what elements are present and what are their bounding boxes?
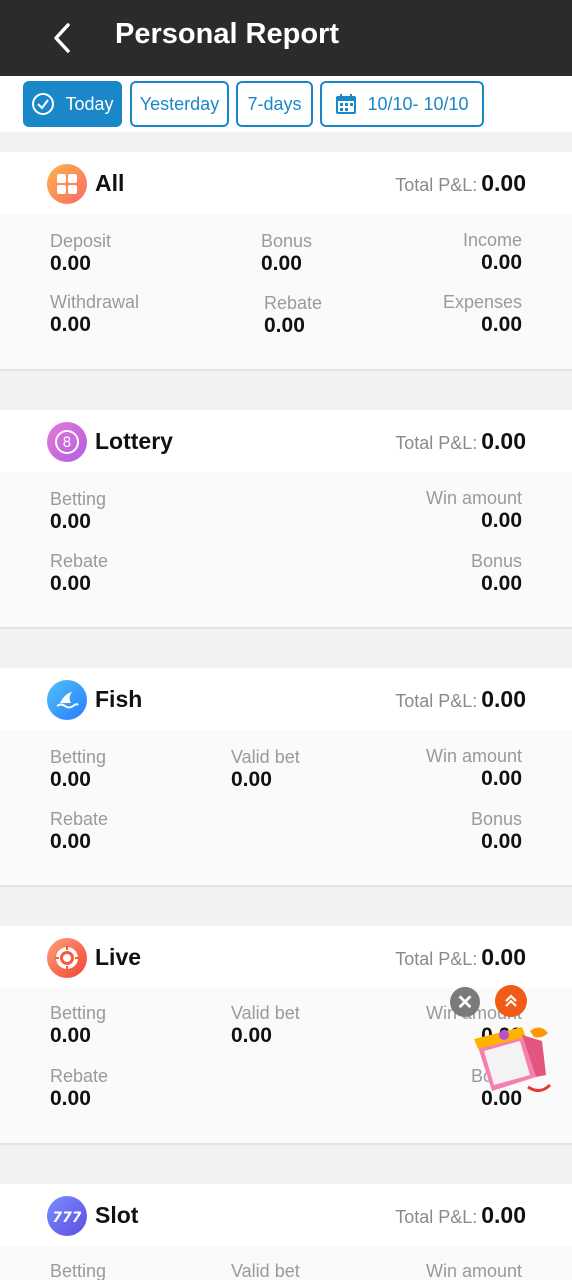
stat-bonus: Bonus0.00 (470, 551, 522, 595)
report-card-fish: Fish Total P&L: 0.00 Betting 0.00 Valid be… (0, 668, 572, 887)
filter-7days-button[interactable]: 7-days (236, 81, 313, 127)
stat-betting: Betting 0.00 (50, 489, 107, 533)
pnl-label: Total P&L: (395, 175, 478, 195)
check-circle-icon (31, 92, 55, 116)
date-range-button[interactable]: 10/10- 10/10 (320, 81, 484, 127)
report-card-slot: 777 Slot Total P&L: 0.00 Betting Valid be… (0, 1184, 572, 1280)
total-pnl: Total P&L: 0.00 (395, 944, 526, 971)
category-name: Fish (95, 686, 143, 712)
pnl-label: Total P&L: (395, 949, 478, 969)
app-header: Personal Report (0, 0, 572, 76)
grid-icon (47, 164, 87, 204)
stat-win-amount: Win amount (425, 1261, 522, 1280)
stat-rebate: Rebate 0.00 (50, 551, 109, 595)
pnl-value: 0.00 (481, 170, 526, 196)
stat-income: Income 0.00 (462, 230, 522, 274)
date-range-label: 10/10- 10/10 (367, 93, 469, 114)
category-name: Live (95, 944, 142, 970)
close-promo-button[interactable]: ✕ (450, 987, 480, 1017)
pnl-label: Total P&L: (395, 1207, 478, 1227)
stat-rebate: Rebate 0.00 (50, 809, 109, 853)
stat-expenses: Expenses 0.00 (442, 292, 522, 336)
stat-bonus: Bonus0.00 (470, 809, 522, 853)
svg-text:777: 777 (53, 1210, 81, 1226)
lottery-ball-icon: 8 (47, 422, 87, 462)
stat-valid-bet: Valid bet (231, 1261, 300, 1280)
pnl-value: 0.00 (481, 944, 526, 970)
chevron-left-icon (54, 23, 70, 53)
calendar-icon (335, 93, 357, 115)
stat-win-amount: Win amount0.00 (425, 746, 522, 790)
double-chevron-up-icon (505, 994, 517, 1007)
date-filter-bar: Today Yesterday 7-days 10/10- 10/10 (0, 76, 572, 132)
filter-today-button[interactable]: Today (23, 81, 122, 127)
stat-valid-bet: Valid bet 0.00 (231, 1003, 300, 1047)
stat-rebate: Rebate 0.00 (50, 1066, 109, 1110)
stat-betting: Betting 0.00 (50, 1003, 107, 1047)
pnl-label: Total P&L: (395, 691, 478, 711)
slot-777-icon: 777 (47, 1196, 87, 1236)
category-name: Slot (95, 1202, 139, 1228)
pnl-value: 0.00 (481, 1202, 526, 1228)
total-pnl: Total P&L: 0.00 (395, 686, 526, 713)
filter-yesterday-label: Yesterday (139, 93, 220, 114)
scroll-top-button[interactable] (495, 985, 527, 1017)
report-card-lottery: 8 Lottery Total P&L: 0.00 Betting 0.00 Win… (0, 410, 572, 629)
back-button[interactable] (48, 20, 78, 56)
gift-box-icon (474, 1027, 552, 1092)
page-title: Personal Report (115, 18, 339, 50)
stat-betting: Betting (50, 1261, 107, 1280)
stat-deposit: Deposit 0.00 (50, 231, 112, 275)
stat-withdrawal: Withdrawal 0.00 (50, 292, 140, 336)
svg-text:8: 8 (63, 435, 72, 451)
stat-bonus: Bonus0.00 (261, 231, 313, 275)
casino-chip-icon (47, 938, 87, 978)
total-pnl: Total P&L: 0.00 (395, 428, 526, 455)
pnl-value: 0.00 (481, 686, 526, 712)
stat-valid-bet: Valid bet 0.00 (231, 747, 300, 791)
pnl-label: Total P&L: (395, 433, 478, 453)
report-card-all: All Total P&L: 0.00 Deposit 0.00 Bonus 0.00… (0, 152, 572, 371)
pnl-value: 0.00 (481, 428, 526, 454)
category-name: All (95, 170, 125, 196)
gift-box-promo[interactable] (470, 1025, 556, 1105)
filter-yesterday-button[interactable]: Yesterday (130, 81, 229, 127)
stat-win-amount: Win amount0.00 (425, 488, 522, 532)
filter-today-label: Today (65, 93, 114, 114)
filter-7days-label: 7-days (247, 93, 302, 114)
total-pnl: Total P&L: 0.00 (395, 1202, 526, 1229)
shark-fin-icon (47, 680, 87, 720)
total-pnl: Total P&L: 0.00 (395, 170, 526, 197)
stat-rebate: Rebate 0.00 (264, 293, 323, 337)
category-name: Lottery (95, 428, 173, 454)
stat-betting: Betting 0.00 (50, 747, 107, 791)
close-icon: ✕ (456, 991, 474, 1014)
